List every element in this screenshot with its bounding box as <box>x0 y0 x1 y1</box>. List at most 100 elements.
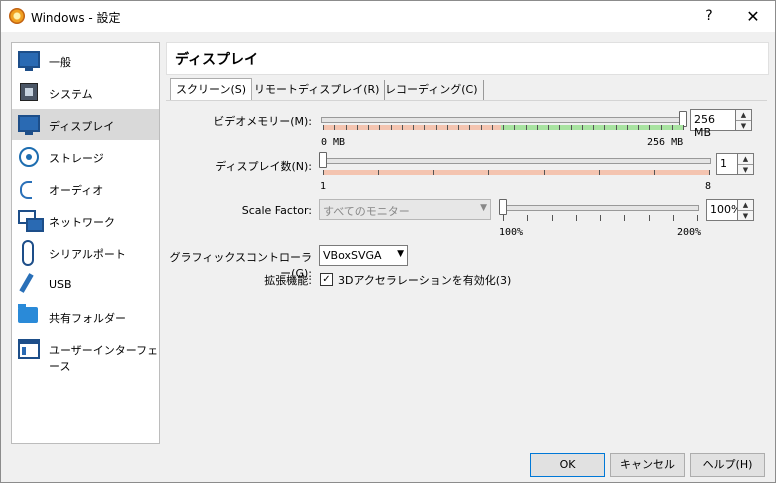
sidebar-item-audio[interactable]: オーディオ <box>12 173 159 204</box>
slider-tick <box>413 125 414 130</box>
sidebar-item-display[interactable]: ディスプレイ <box>12 109 159 140</box>
scale-monitor-select[interactable]: すべてのモニター ▼ <box>319 199 491 220</box>
ok-button[interactable]: OK <box>530 453 605 477</box>
monitor-count-value: 1 <box>720 157 727 170</box>
sidebar-item-serial-ports[interactable]: シリアルポート <box>12 237 159 268</box>
spin-down-icon[interactable]: ▼ <box>736 120 751 131</box>
page-title: ディスプレイ <box>175 52 259 68</box>
scale-factor-max: 200% <box>677 227 702 238</box>
sidebar-item-label: オーディオ <box>49 184 104 197</box>
scale-factor-spinbox[interactable]: 100% ▲ ▼ <box>706 199 754 221</box>
scale-factor-stepper[interactable]: ▲ ▼ <box>737 199 754 221</box>
slider-tick <box>575 215 577 221</box>
slider-tick <box>458 125 459 130</box>
sidebar-item-label: シリアルポート <box>49 248 126 261</box>
cancel-button[interactable]: キャンセル <box>610 453 685 477</box>
tab-recording[interactable]: レコーディング(C) <box>380 80 484 100</box>
monitor-count-slider-handle[interactable] <box>319 152 327 168</box>
monitor-icon <box>18 51 40 71</box>
video-memory-slider[interactable] <box>321 117 685 123</box>
slider-tick <box>323 125 324 130</box>
slider-tick <box>548 125 549 130</box>
spin-down-icon[interactable]: ▼ <box>738 164 753 175</box>
chip-icon <box>20 83 38 101</box>
sidebar-item-system[interactable]: システム <box>12 77 159 108</box>
slider-tick <box>543 170 545 175</box>
slider-tick <box>503 215 504 221</box>
slider-tick <box>368 125 369 130</box>
video-memory-range-red <box>323 125 501 130</box>
video-memory-range-green <box>501 125 683 130</box>
help-title-button[interactable]: ? <box>687 1 731 32</box>
sidebar-item-usb[interactable]: USB <box>12 269 159 300</box>
slider-tick <box>604 125 606 130</box>
spin-up-icon[interactable]: ▲ <box>738 200 753 210</box>
slider-tick <box>345 125 347 130</box>
slider-tick <box>697 215 698 221</box>
slider-tick <box>390 125 392 130</box>
usb-icon <box>19 273 34 293</box>
settings-sidebar: 一般 システム ディスプレイ ストレージ オーディオ ネットワーク シリアルポー… <box>11 42 160 444</box>
monitor-count-slider[interactable] <box>323 158 711 164</box>
slider-tick <box>559 125 561 130</box>
spin-down-icon[interactable]: ▼ <box>738 210 753 221</box>
3d-acceleration-label[interactable]: 3Dアクセラレーションを有効化(3) <box>338 272 511 288</box>
page-title-bar: ディスプレイ <box>166 42 769 75</box>
sidebar-item-label: USB <box>49 278 72 291</box>
sidebar-item-network[interactable]: ネットワーク <box>12 205 159 236</box>
monitor-count-spinbox[interactable]: 1 ▲ ▼ <box>716 153 754 175</box>
scale-factor-slider[interactable] <box>503 205 699 211</box>
close-button[interactable]: ✕ <box>731 1 775 32</box>
chevron-down-icon: ▼ <box>397 249 404 259</box>
slider-tick <box>488 170 490 175</box>
virtualbox-app-icon <box>9 8 25 24</box>
slider-tick <box>648 215 650 221</box>
title-bar: Windows - 設定 ? ✕ <box>1 1 775 32</box>
slider-tick <box>638 125 639 130</box>
video-memory-stepper[interactable]: ▲ ▼ <box>735 109 752 131</box>
video-memory-spinbox[interactable]: 256 MB ▲ ▼ <box>690 109 752 139</box>
slider-tick <box>683 125 684 130</box>
graphics-controller-select[interactable]: VBoxSVGA ▼ <box>319 245 408 266</box>
video-memory-value: 256 MB <box>694 113 715 139</box>
slider-tick <box>672 215 674 221</box>
scale-factor-label: Scale Factor: <box>241 204 312 217</box>
audio-icon <box>20 181 32 199</box>
graphics-controller-value: VBoxSVGA <box>323 249 382 262</box>
monitor-count-stepper[interactable]: ▲ ▼ <box>737 153 754 175</box>
scale-factor-slider-handle[interactable] <box>499 199 507 215</box>
monitor-count-min: 1 <box>320 181 327 192</box>
sidebar-item-label: 一般 <box>49 56 71 69</box>
slider-tick <box>514 125 516 130</box>
tab-remote-display[interactable]: リモートディスプレイ(R) <box>249 80 386 100</box>
chevron-down-icon: ▼ <box>480 203 487 213</box>
sidebar-item-general[interactable]: 一般 <box>12 45 159 76</box>
sidebar-item-label: 共有フォルダー <box>49 312 126 325</box>
video-memory-max: 256 MB <box>647 137 684 148</box>
slider-tick <box>551 215 553 221</box>
sidebar-item-shared-folders[interactable]: 共有フォルダー <box>12 301 159 332</box>
help-button[interactable]: ヘルプ(H) <box>690 453 765 477</box>
slider-tick <box>446 125 448 130</box>
sidebar-item-storage[interactable]: ストレージ <box>12 141 159 172</box>
sidebar-item-user-interface[interactable]: ユーザーインターフェース <box>12 333 159 373</box>
slider-tick <box>435 125 437 130</box>
slider-tick <box>356 125 358 130</box>
monitor-count-label: ディスプレイ数(N): <box>215 160 312 173</box>
slider-tick <box>536 125 538 130</box>
sidebar-item-label: システム <box>49 88 93 101</box>
slider-tick <box>626 125 628 130</box>
slider-tick <box>480 125 482 130</box>
spin-up-icon[interactable]: ▲ <box>736 110 751 120</box>
slider-tick <box>401 125 403 130</box>
slider-tick <box>671 125 673 130</box>
sidebar-item-label: ディスプレイ <box>49 120 115 133</box>
3d-acceleration-checkbox[interactable]: ✓ <box>320 273 333 286</box>
sidebar-item-label: ユーザーインターフェース <box>49 344 159 373</box>
tab-screen[interactable]: スクリーン(S) <box>170 78 253 101</box>
spin-up-icon[interactable]: ▲ <box>738 154 753 164</box>
slider-tick <box>323 170 324 175</box>
disk-icon <box>19 147 39 167</box>
slider-tick <box>491 125 493 130</box>
monitor-count-max: 8 <box>705 181 712 192</box>
